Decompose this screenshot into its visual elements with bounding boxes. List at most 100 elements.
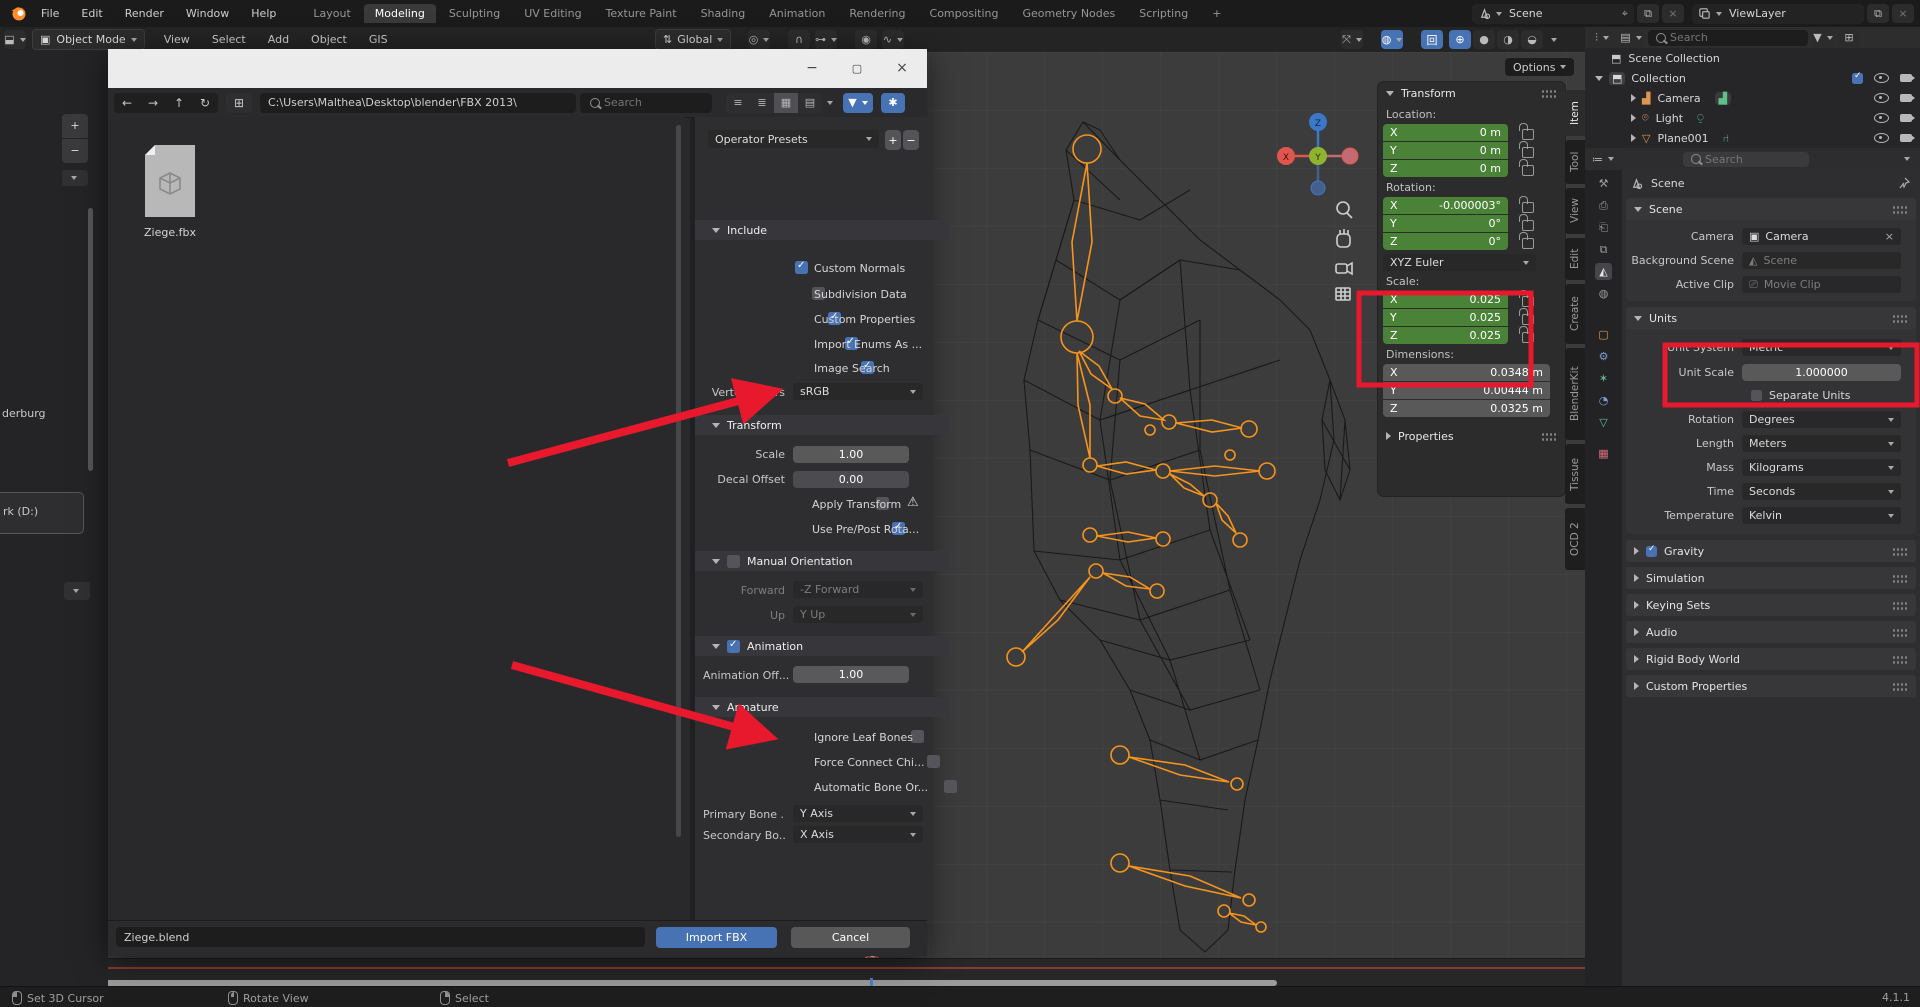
camera-view-icon[interactable]: [1336, 263, 1352, 274]
keying-sets-panel-header[interactable]: Keying Sets: [1626, 594, 1916, 616]
disable-render-camera-icon[interactable]: [1900, 134, 1912, 142]
sidebar-tab-blenderkit[interactable]: BlenderKit: [1565, 348, 1585, 440]
audio-panel-header[interactable]: Audio: [1626, 621, 1916, 643]
gravity-panel-header[interactable]: Gravity: [1626, 540, 1916, 562]
editor-type-icon[interactable]: ⬓: [4, 30, 26, 49]
sidebar-tab-tissue[interactable]: Tissue: [1565, 444, 1585, 504]
mass-units-dropdown[interactable]: Kilograms: [1742, 459, 1901, 476]
snap-magnet-icon[interactable]: ∩: [788, 30, 810, 49]
filter-toggle-button[interactable]: ▼: [843, 93, 873, 113]
lock-icon[interactable]: [1522, 314, 1534, 325]
scale-input[interactable]: 1.00: [793, 446, 909, 463]
workspace-tab-rendering[interactable]: Rendering: [838, 4, 916, 23]
armature-section-header[interactable]: Armature: [695, 697, 949, 717]
tab-output-icon[interactable]: ⎗: [1595, 219, 1612, 236]
pin-icon[interactable]: [1898, 177, 1910, 189]
menu-window[interactable]: Window: [175, 7, 240, 20]
disable-render-camera-icon[interactable]: [1900, 74, 1912, 82]
lock-icon[interactable]: [1522, 147, 1534, 158]
location-y-field[interactable]: Y0 m: [1383, 142, 1508, 159]
filter-settings-gear-icon[interactable]: ✱: [881, 93, 905, 113]
move-view-hand-icon[interactable]: [1337, 229, 1350, 247]
select-menu[interactable]: Select: [201, 33, 257, 46]
outliner-item-plane001[interactable]: ▽ Plane001 ⑁: [1585, 128, 1920, 148]
animation-section-header[interactable]: Animation: [695, 636, 949, 656]
workspace-tab-layout[interactable]: Layout: [302, 4, 361, 23]
object-menu[interactable]: Object: [300, 33, 358, 46]
outliner-item-scene-collection[interactable]: ⬒ Scene Collection: [1585, 48, 1920, 68]
units-panel-header[interactable]: Units: [1626, 307, 1916, 329]
mode-dropdown[interactable]: ▣ Object Mode: [32, 29, 145, 50]
workspace-tab-shading[interactable]: Shading: [690, 4, 757, 23]
tab-world-icon[interactable]: ◍: [1595, 285, 1612, 302]
lock-icon[interactable]: [1522, 296, 1534, 307]
dialog-titlebar[interactable]: − ▢ ×: [108, 49, 927, 88]
file-list-area[interactable]: Ziege.fbx: [108, 117, 685, 920]
active-clip-selector[interactable]: ⎚Movie Clip: [1742, 276, 1901, 293]
directory-path-input[interactable]: [260, 93, 576, 113]
include-section-header[interactable]: Include: [695, 220, 949, 240]
automatic-bone-orientation-checkbox[interactable]: [944, 780, 957, 793]
tab-tool-icon[interactable]: ⚒: [1595, 175, 1612, 192]
camera-selector[interactable]: ▣Camera×: [1742, 228, 1901, 245]
sidebar-tab-tool[interactable]: Tool: [1565, 140, 1585, 184]
rotation-mode-dropdown[interactable]: XYZ Euler: [1383, 254, 1536, 271]
zoom-tool-icon[interactable]: [1337, 202, 1352, 218]
delete-viewlayer-button[interactable]: ×: [1892, 4, 1914, 23]
animation-offset-input[interactable]: 1.00: [793, 666, 909, 683]
forward-dropdown[interactable]: -Z Forward: [793, 581, 923, 598]
operator-presets-dropdown[interactable]: Operator Presets: [708, 130, 879, 148]
scene-selector[interactable]: Scene ⌖: [1472, 4, 1634, 24]
disable-render-camera-icon[interactable]: [1900, 94, 1912, 102]
animation-checkbox[interactable]: [727, 640, 740, 653]
background-scene-selector[interactable]: ◭Scene: [1742, 252, 1901, 269]
snap-target-dropdown[interactable]: ⊶: [815, 30, 837, 49]
scrollbar[interactable]: [88, 208, 93, 471]
workspace-tab-sculpting[interactable]: Sculpting: [438, 4, 511, 23]
manual-orientation-checkbox[interactable]: [727, 555, 740, 568]
unit-system-dropdown[interactable]: Metric: [1742, 339, 1901, 356]
show-gizmo-toggle[interactable]: ⤧: [1341, 30, 1363, 49]
light-data-badge-icon[interactable]: ⍜: [1697, 111, 1704, 125]
sidebar-tab-create[interactable]: Create: [1565, 284, 1585, 344]
delete-scene-button[interactable]: ×: [1662, 4, 1684, 23]
scale-z-field[interactable]: Z0.025: [1383, 327, 1508, 344]
ortho-grid-icon[interactable]: [1336, 288, 1350, 300]
length-units-dropdown[interactable]: Meters: [1742, 435, 1901, 452]
tab-scene-icon[interactable]: ◭: [1595, 263, 1612, 280]
tab-physics-icon[interactable]: ◔: [1595, 392, 1612, 409]
menu-edit[interactable]: Edit: [70, 7, 113, 20]
clear-x-icon[interactable]: ×: [1885, 230, 1894, 243]
hide-eye-icon[interactable]: [1874, 93, 1889, 103]
shading-rendered-icon[interactable]: ◒: [1521, 30, 1543, 49]
shading-solid-icon[interactable]: ●: [1473, 30, 1495, 49]
outliner-item-light[interactable]: ⌾ Light ⍜: [1585, 108, 1920, 128]
workspace-tab-texture-paint[interactable]: Texture Paint: [595, 4, 688, 23]
display-settings-dropdown[interactable]: [827, 101, 833, 105]
scale-x-field[interactable]: X0.025: [1383, 291, 1508, 308]
transform-section-header[interactable]: Transform: [695, 415, 949, 435]
tab-render-icon[interactable]: ⎙: [1595, 197, 1612, 214]
scene-panel-header[interactable]: Scene: [1626, 198, 1916, 220]
panel-collapse-dropdown[interactable]: [64, 582, 90, 600]
disable-render-camera-icon[interactable]: [1900, 114, 1912, 122]
navigation-gizmo[interactable]: Z X Y: [1270, 82, 1370, 332]
bookmark-remove-button[interactable]: −: [62, 139, 88, 163]
remove-preset-button[interactable]: −: [903, 130, 919, 150]
hide-eye-icon[interactable]: [1874, 133, 1889, 143]
bookmark-options-dropdown[interactable]: [62, 170, 88, 186]
sidebar-tab-view[interactable]: View: [1565, 188, 1585, 234]
tab-viewlayer-icon[interactable]: ⧉: [1595, 241, 1612, 258]
rotation-x-field[interactable]: X-0.000003°: [1383, 197, 1508, 214]
custom-properties-panel-header[interactable]: Custom Properties: [1626, 675, 1916, 697]
properties-editor-type-icon[interactable]: ≔: [1589, 150, 1617, 169]
blender-logo-icon[interactable]: [10, 4, 28, 25]
up-directory-button[interactable]: ↑: [166, 93, 192, 113]
volume-item-fragment[interactable]: derburg: [2, 407, 46, 420]
secondary-bone-axis-dropdown[interactable]: X Axis: [793, 826, 923, 843]
refresh-button[interactable]: ↻: [192, 93, 218, 113]
proportional-edit-icon[interactable]: ◉: [855, 30, 877, 49]
big-thumbnail-view-icon[interactable]: ▤: [798, 93, 822, 113]
outliner-search-input[interactable]: [1648, 30, 1808, 46]
volume-item-box[interactable]: rk (D:): [0, 492, 84, 534]
